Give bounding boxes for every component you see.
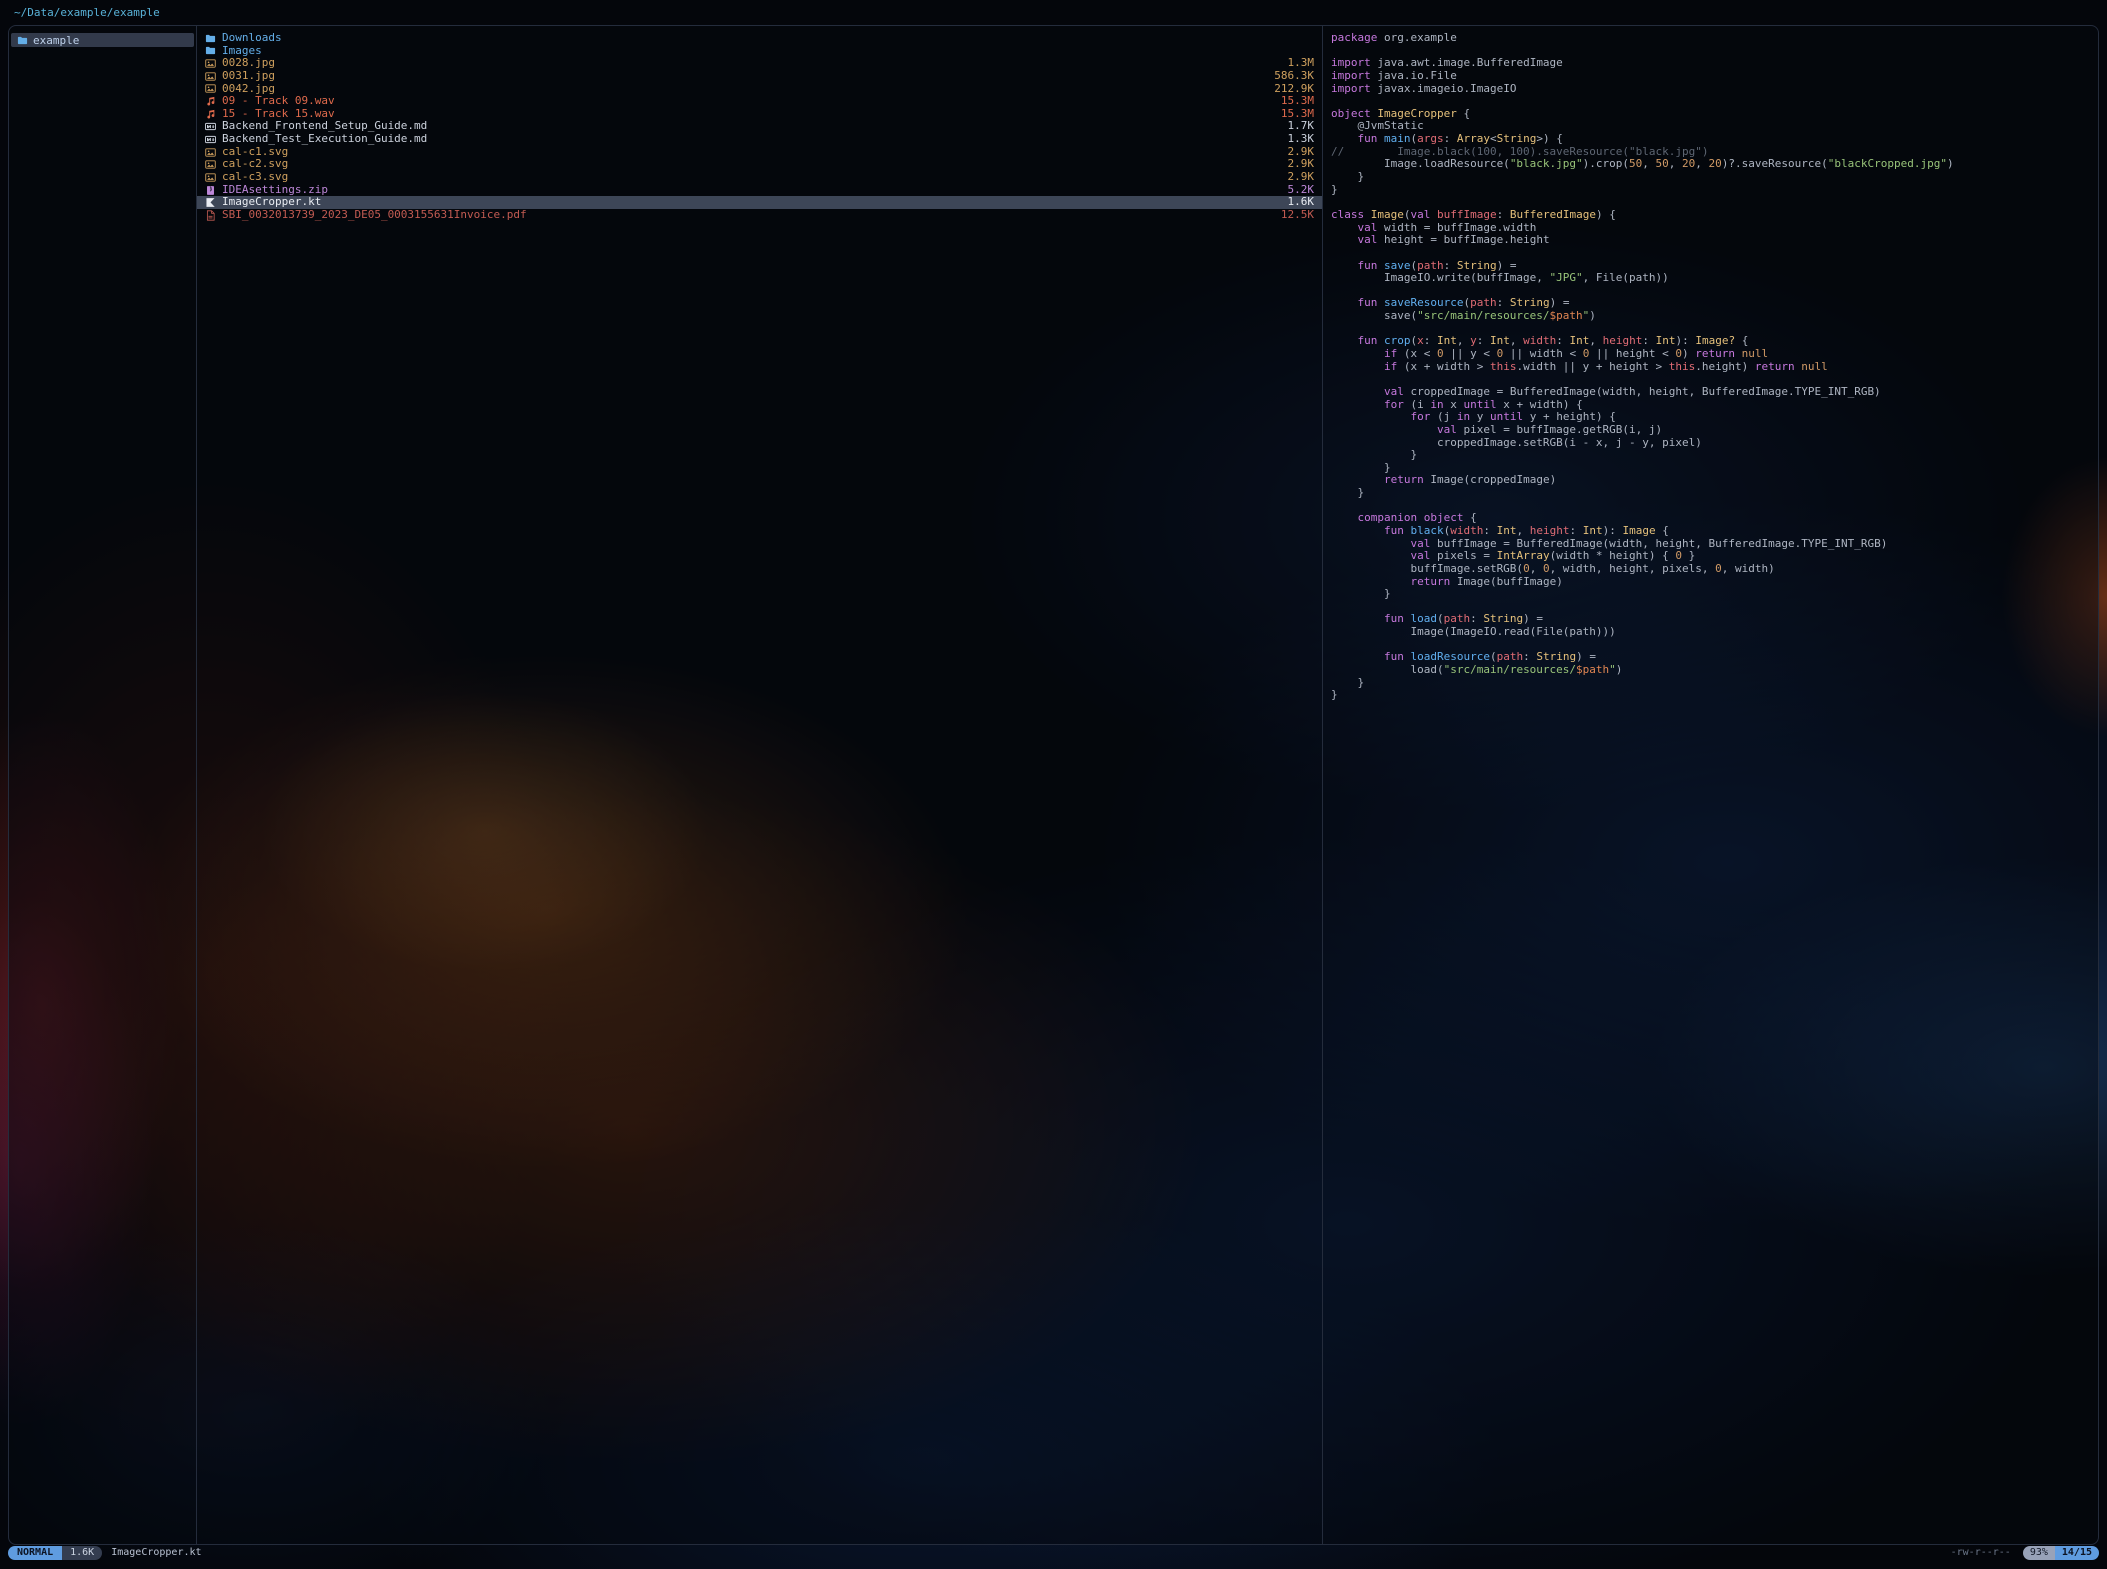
code-line: val height = buffImage.height	[1331, 234, 2098, 247]
code-line: return Image(croppedImage)	[1331, 474, 2098, 487]
scroll-percent-badge: 93%	[2023, 1546, 2055, 1560]
file-name: ImageCropper.kt	[222, 196, 1274, 209]
code-preview: package org.example import java.awt.imag…	[1331, 32, 2098, 702]
file-size-badge: 1.6K	[62, 1546, 102, 1560]
file-row[interactable]: Downloads	[197, 32, 1322, 45]
file-row[interactable]: 0028.jpg1.3M	[197, 57, 1322, 70]
file-name: 15 - Track 15.wav	[222, 108, 1267, 121]
code-line: }	[1331, 449, 2098, 462]
code-line: }	[1331, 171, 2098, 184]
code-line: save("src/main/resources/$path")	[1331, 310, 2098, 323]
parent-dir-label: example	[33, 34, 79, 47]
file-size: 15.3M	[1281, 95, 1314, 108]
image-icon	[205, 159, 216, 170]
file-name: Backend_Test_Execution_Guide.md	[222, 133, 1274, 146]
file-name: 0028.jpg	[222, 57, 1274, 70]
parent-panel: example	[9, 26, 197, 1544]
file-name: cal-c2.svg	[222, 158, 1274, 171]
pdf-icon	[205, 210, 216, 221]
code-line: if (x + width > this.width || y + height…	[1331, 361, 2098, 374]
file-row[interactable]: Backend_Frontend_Setup_Guide.md1.7K	[197, 120, 1322, 133]
file-row[interactable]: ImageCropper.kt1.6K	[197, 196, 1322, 209]
archive-icon	[205, 185, 216, 196]
file-row[interactable]: cal-c3.svg 2.9K	[197, 171, 1322, 184]
file-size: 1.3K	[1288, 133, 1315, 146]
folder-icon	[205, 45, 216, 56]
code-line: Image(ImageIO.read(File(path)))	[1331, 626, 2098, 639]
file-row[interactable]: 0031.jpg 586.3K	[197, 70, 1322, 83]
file-permissions: -rw-r--r--	[1951, 1546, 2011, 1560]
code-line: Image.loadResource("black.jpg").crop(50,…	[1331, 158, 2098, 171]
image-icon	[205, 83, 216, 94]
file-name: 0031.jpg	[222, 70, 1260, 83]
file-name: Backend_Frontend_Setup_Guide.md	[222, 120, 1274, 133]
file-size: 12.5K	[1281, 209, 1314, 222]
folder-icon	[17, 35, 28, 46]
file-name: Downloads	[222, 32, 1300, 45]
markdown-icon	[205, 121, 216, 132]
code-line: }	[1331, 487, 2098, 500]
audio-icon	[205, 96, 216, 107]
status-bar-left: NORMAL 1.6K ImageCropper.kt	[8, 1546, 202, 1560]
file-name: 09 - Track 09.wav	[222, 95, 1267, 108]
code-line: return Image(buffImage)	[1331, 576, 2098, 589]
cursor-position-badge: 14/15	[2055, 1546, 2099, 1560]
yazi-frame: example DownloadsImages0028.jpg1.3M0031.…	[8, 25, 2099, 1545]
file-row[interactable]: cal-c2.svg2.9K	[197, 158, 1322, 171]
audio-icon	[205, 109, 216, 120]
folder-icon	[205, 33, 216, 44]
file-name: IDEAsettings.zip	[222, 184, 1274, 197]
status-bar: NORMAL 1.6K ImageCropper.kt -rw-r--r-- 9…	[8, 1545, 2099, 1560]
code-line: load("src/main/resources/$path")	[1331, 664, 2098, 677]
code-line: }	[1331, 689, 2098, 702]
image-icon	[205, 58, 216, 69]
file-row[interactable]: SBI_0032013739_2023_DE05_0003155631Invoi…	[197, 209, 1322, 222]
file-name: 0042.jpg	[222, 83, 1260, 96]
breadcrumb-path: ~/Data/example/example	[14, 6, 160, 19]
image-icon	[205, 147, 216, 158]
code-line: package org.example	[1331, 32, 2098, 45]
code-line: object ImageCropper {	[1331, 108, 2098, 121]
code-line: import javax.imageio.ImageIO	[1331, 83, 2098, 96]
file-list: DownloadsImages0028.jpg1.3M0031.jpg 586.3…	[197, 32, 1322, 222]
kotlin-icon	[205, 197, 216, 208]
image-icon	[205, 172, 216, 183]
status-filename: ImageCropper.kt	[111, 1546, 201, 1560]
file-name: cal-c3.svg	[222, 171, 1274, 184]
code-line: ImageIO.write(buffImage, "JPG", File(pat…	[1331, 272, 2098, 285]
file-row[interactable]: 09 - Track 09.wav 15.3M	[197, 95, 1322, 108]
file-size: 586.3K	[1274, 70, 1314, 83]
file-size: 2.9K	[1288, 171, 1315, 184]
mode-badge: NORMAL	[8, 1546, 62, 1560]
preview-panel: package org.example import java.awt.imag…	[1323, 26, 2098, 1544]
file-name: Images	[222, 45, 1300, 58]
code-line: }	[1331, 677, 2098, 690]
file-name: SBI_0032013739_2023_DE05_0003155631Invoi…	[222, 209, 1267, 222]
file-name: cal-c1.svg	[222, 146, 1274, 159]
file-row[interactable]: Backend_Test_Execution_Guide.md 1.3K	[197, 133, 1322, 146]
parent-dir-item[interactable]: example	[11, 33, 194, 47]
file-row[interactable]: IDEAsettings.zip5.2K	[197, 184, 1322, 197]
file-row[interactable]: Images	[197, 45, 1322, 58]
markdown-icon	[205, 134, 216, 145]
file-list-panel: DownloadsImages0028.jpg1.3M0031.jpg 586.3…	[197, 26, 1323, 1544]
file-row[interactable]: 0042.jpg212.9K	[197, 83, 1322, 96]
code-line: croppedImage.setRGB(i - x, j - y, pixel)	[1331, 437, 2098, 450]
image-icon	[205, 71, 216, 82]
status-bar-right: -rw-r--r-- 93% 14/15	[1951, 1546, 2099, 1560]
file-row[interactable]: cal-c1.svg2.9K	[197, 146, 1322, 159]
code-line: }	[1331, 588, 2098, 601]
file-row[interactable]: 15 - Track 15.wav15.3M	[197, 108, 1322, 121]
code-line: }	[1331, 184, 2098, 197]
